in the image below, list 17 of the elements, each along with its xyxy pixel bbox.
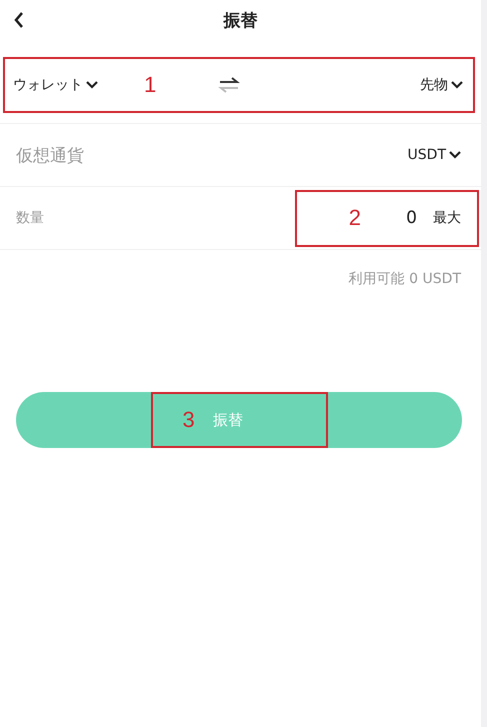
- annotation-number: 1: [144, 72, 156, 98]
- amount-label: 数量: [16, 209, 45, 227]
- currency-label: 仮想通貨: [16, 144, 85, 166]
- from-account-select[interactable]: ウォレット: [13, 76, 98, 94]
- annotation-number: 2: [348, 205, 361, 231]
- annotation-number: 3: [182, 407, 195, 433]
- page-title: 振替: [224, 10, 258, 32]
- available-balance: 利用可能 0 USDT: [348, 271, 461, 287]
- amount-input[interactable]: 0: [385, 207, 419, 229]
- chevron-down-icon: [86, 81, 98, 89]
- max-button[interactable]: 最大: [433, 209, 461, 227]
- chevron-down-icon: [451, 81, 463, 89]
- currency-select[interactable]: USDT: [408, 147, 461, 163]
- to-account-select[interactable]: 先物: [420, 76, 463, 94]
- button-label: 振替: [212, 410, 243, 430]
- chevron-down-icon: [449, 151, 461, 159]
- back-icon[interactable]: [14, 12, 24, 28]
